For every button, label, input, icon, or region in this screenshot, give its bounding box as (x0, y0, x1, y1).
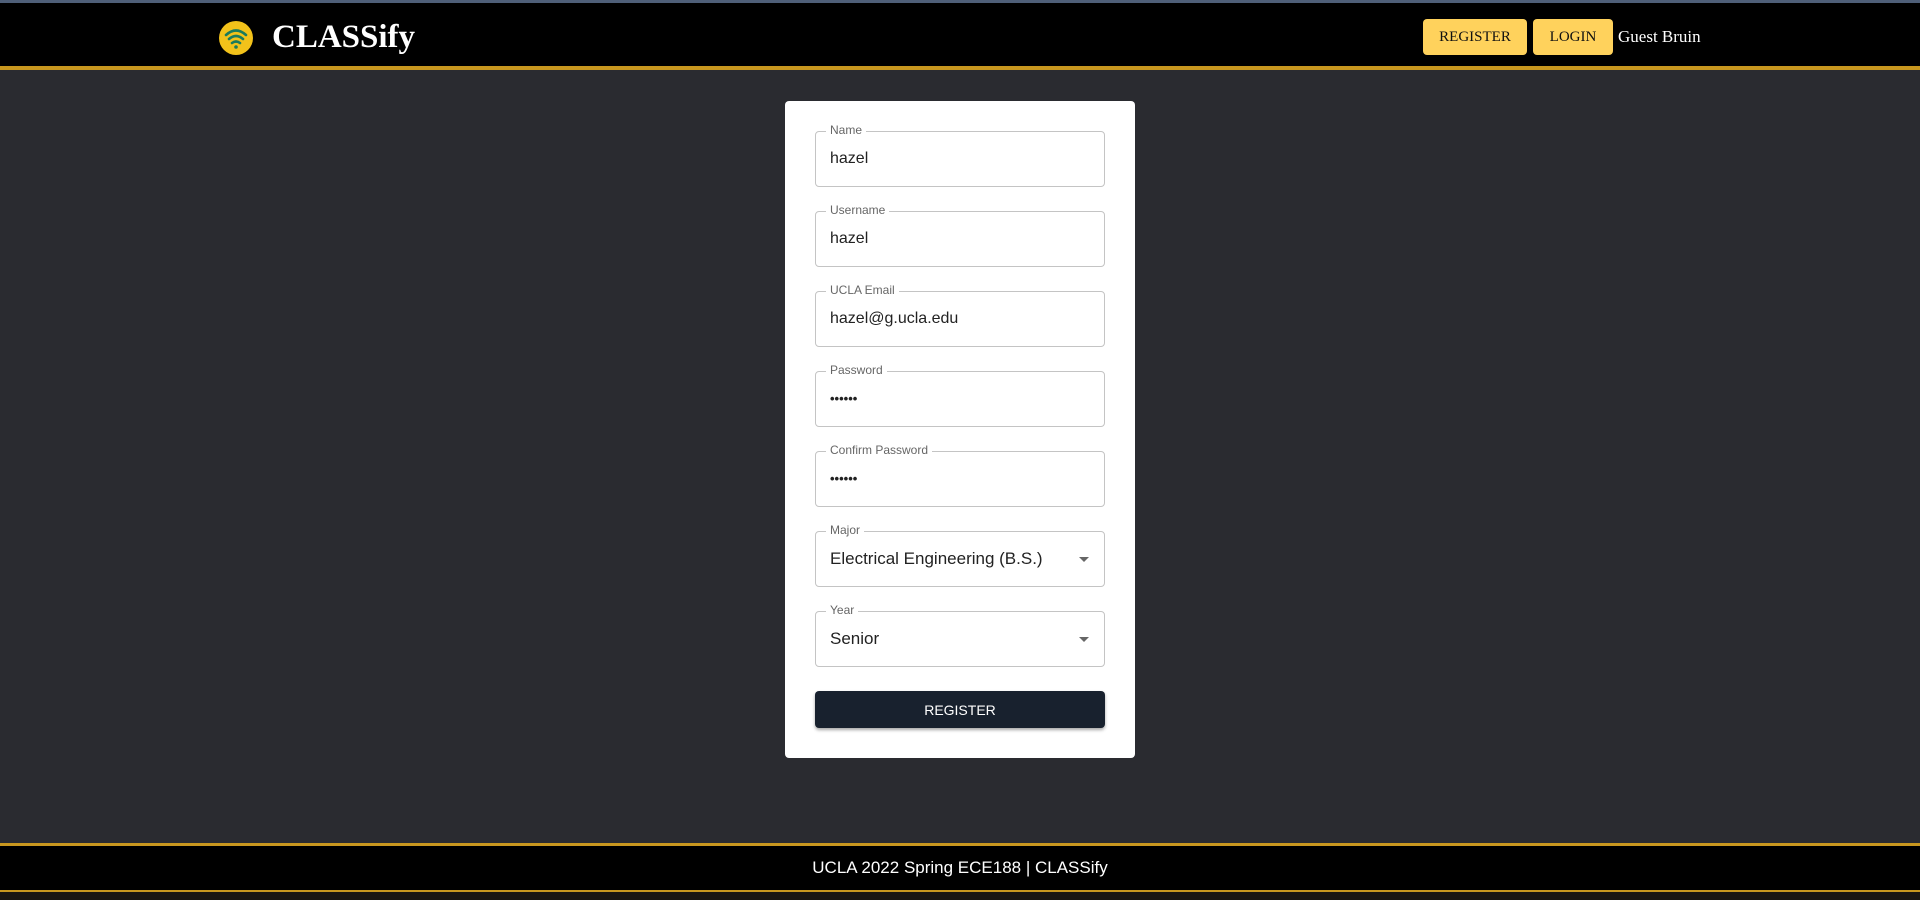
caret-down-icon[interactable] (1079, 637, 1089, 642)
password-field-value[interactable]: •••••• (830, 372, 857, 426)
email-field-value[interactable]: hazel@g.ucla.edu (830, 292, 958, 346)
caret-down-icon[interactable] (1079, 557, 1089, 562)
header-divider (0, 66, 1920, 70)
name-field-value[interactable]: hazel (830, 132, 868, 186)
email-field[interactable]: UCLA Email hazel@g.ucla.edu (815, 283, 1105, 347)
app-footer: UCLA 2022 Spring ECE188 | CLASSify (0, 846, 1920, 890)
name-field[interactable]: Name hazel (815, 123, 1105, 187)
year-select[interactable]: Year Senior (815, 603, 1105, 667)
bottom-strip (0, 892, 1920, 900)
password-field[interactable]: Password •••••• (815, 363, 1105, 427)
footer-text: UCLA 2022 Spring ECE188 | CLASSify (812, 858, 1108, 877)
wifi-signal-icon[interactable] (219, 21, 253, 55)
year-select-value[interactable]: Senior (830, 612, 879, 666)
header-register-button[interactable]: REGISTER (1423, 19, 1527, 55)
username-field-value[interactable]: hazel (830, 212, 868, 266)
app-header: CLASSify REGISTER LOGIN Guest Bruin (0, 3, 1920, 66)
register-form-card: Name hazel Username hazel UCLA Email haz… (785, 101, 1135, 758)
confirm-password-field-value[interactable]: •••••• (830, 452, 857, 506)
register-submit-button[interactable]: REGISTER (815, 691, 1105, 728)
header-login-button[interactable]: LOGIN (1533, 19, 1613, 55)
user-name-label: Guest Bruin (1618, 27, 1701, 46)
username-field[interactable]: Username hazel (815, 203, 1105, 267)
confirm-password-field[interactable]: Confirm Password •••••• (815, 443, 1105, 507)
major-select[interactable]: Major Electrical Engineering (B.S.) (815, 523, 1105, 587)
brand-title[interactable]: CLASSify (272, 15, 415, 59)
major-select-value[interactable]: Electrical Engineering (B.S.) (830, 532, 1043, 586)
